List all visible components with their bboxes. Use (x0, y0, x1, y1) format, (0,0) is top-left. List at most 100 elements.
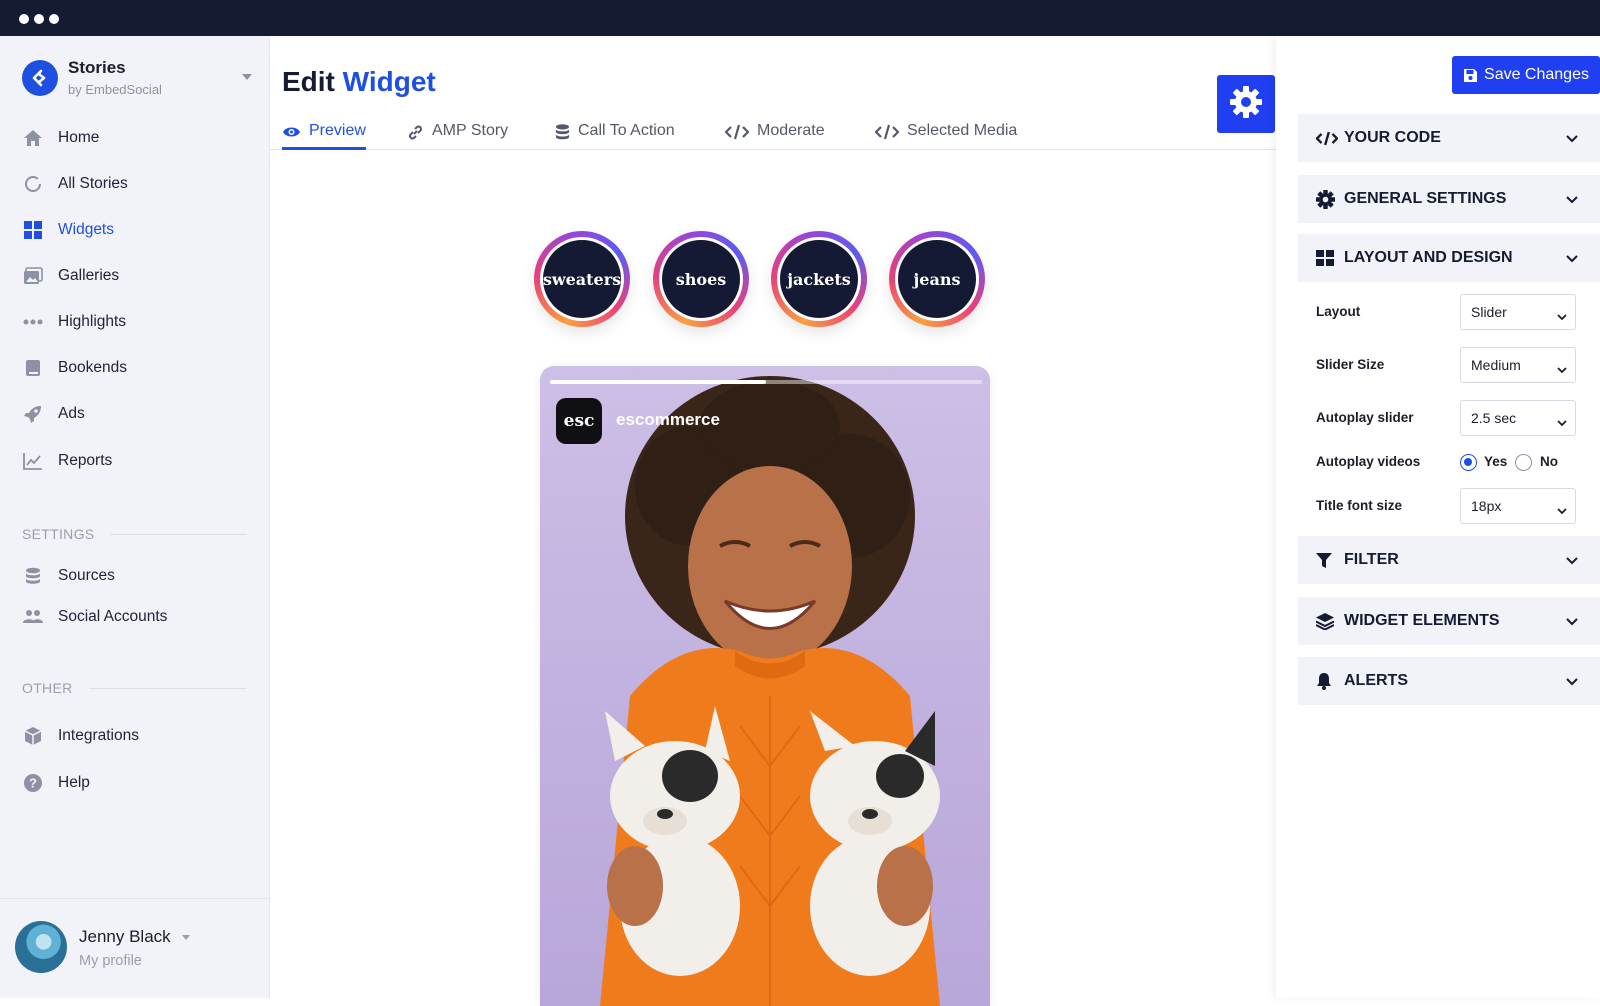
story-photo (600, 376, 940, 1006)
story-bubble-jeans[interactable]: jeans (889, 231, 985, 327)
gear-icon (1229, 85, 1263, 124)
profile-menu[interactable]: Jenny Black My profile (0, 898, 270, 998)
accordion-filter[interactable]: FILTER (1298, 536, 1600, 584)
help-icon: ? (22, 772, 44, 794)
story-bubble-shoes[interactable]: shoes (653, 231, 749, 327)
layers-icon (1316, 612, 1338, 630)
sidebar-item-social-accounts[interactable]: Social Accounts (22, 603, 252, 631)
sidebar-item-help[interactable]: ? Help (22, 769, 252, 797)
database-icon (22, 565, 44, 587)
divider (110, 533, 247, 535)
svg-text:?: ? (29, 776, 37, 791)
radio-label-yes: Yes (1484, 454, 1508, 469)
sidebar-item-ads[interactable]: Ads (22, 400, 252, 428)
avatar (15, 921, 67, 973)
accordion-widget-elements[interactable]: WIDGET ELEMENTS (1298, 597, 1600, 645)
sidebar-item-label: All Stories (58, 175, 128, 192)
users-icon (22, 606, 44, 628)
tab-label: Selected Media (907, 122, 1018, 139)
tab-amp-story[interactable]: AMP Story (407, 122, 508, 150)
save-label: Save Changes (1484, 66, 1589, 83)
sidebar-item-all-stories[interactable]: All Stories (22, 170, 252, 198)
sidebar-item-highlights[interactable]: Highlights (22, 308, 252, 336)
select-value: Slider (1471, 304, 1507, 320)
autoplay-videos-no-radio[interactable] (1515, 454, 1532, 471)
bubble-label: jackets (780, 240, 858, 318)
chevron-down-icon (1566, 613, 1578, 631)
accordion-your-code[interactable]: YOUR CODE (1298, 114, 1600, 162)
book-icon (22, 357, 44, 379)
profile-link[interactable]: My profile (79, 953, 142, 969)
bubble-label: jeans (898, 240, 976, 318)
tab-call-to-action[interactable]: Call To Action (555, 122, 675, 150)
sidebar-item-label: Reports (58, 452, 113, 469)
chevron-down-icon (1557, 414, 1567, 430)
accordion-layout-and-design[interactable]: LAYOUT AND DESIGN (1298, 234, 1600, 282)
dots-icon (22, 311, 44, 333)
sidebar-item-label: Integrations (58, 727, 139, 744)
tab-label: AMP Story (432, 122, 509, 139)
layout-select[interactable]: Slider (1460, 294, 1576, 330)
sidebar-item-reports[interactable]: Reports (22, 447, 252, 475)
sidebar: Stories by EmbedSocial Home All Stories … (0, 36, 270, 998)
sidebar-item-home[interactable]: Home (22, 124, 252, 152)
sidebar-item-label: Widgets (58, 221, 114, 238)
sidebar-item-label: Sources (58, 567, 115, 584)
slider-size-label: Slider Size (1316, 357, 1385, 372)
autoplay-videos-yes-radio[interactable] (1460, 454, 1477, 471)
settings-toggle-button[interactable] (1217, 75, 1275, 133)
accordion-title: WIDGET ELEMENTS (1344, 612, 1500, 629)
select-value: 2.5 sec (1471, 410, 1517, 426)
chevron-down-icon (1557, 502, 1567, 518)
rocket-icon (22, 403, 44, 425)
home-icon (22, 127, 44, 149)
sidebar-item-integrations[interactable]: Integrations (22, 722, 252, 750)
gallery-icon (22, 265, 44, 287)
bubble-ring: shoes (659, 237, 743, 321)
tab-label: Preview (309, 122, 366, 139)
filter-icon (1316, 552, 1338, 569)
tab-moderate[interactable]: Moderate (725, 122, 825, 150)
chevron-down-icon (1566, 250, 1578, 268)
accordion-title: ALERTS (1344, 672, 1408, 689)
divider (88, 687, 247, 689)
tab-preview[interactable]: Preview (282, 122, 366, 150)
accordion-title: GENERAL SETTINGS (1344, 190, 1507, 207)
page-title: Edit Widget (282, 66, 436, 98)
sidebar-item-label: Bookends (58, 359, 127, 376)
brand-switcher[interactable]: Stories by EmbedSocial (22, 58, 252, 102)
progress-fill (550, 380, 766, 384)
sidebar-item-label: Home (58, 129, 100, 146)
page-title-accent: Widget (342, 66, 436, 97)
autoplay-videos-label: Autoplay videos (1316, 454, 1421, 469)
window-dot-icon (19, 14, 29, 24)
chevron-down-icon (1566, 552, 1578, 570)
save-changes-button[interactable]: Save Changes (1452, 56, 1600, 94)
floppy-disk-icon (1463, 68, 1478, 83)
slider-size-select[interactable]: Medium (1460, 347, 1576, 383)
link-icon (407, 122, 424, 142)
select-value: Medium (1471, 357, 1521, 373)
sidebar-item-label: Social Accounts (58, 608, 168, 625)
tab-selected-media[interactable]: Selected Media (875, 122, 1017, 150)
accordion-general-settings[interactable]: GENERAL SETTINGS (1298, 175, 1600, 223)
window-dot-icon (34, 14, 44, 24)
chevron-down-icon (1557, 361, 1567, 377)
story-progress-bar (550, 380, 982, 384)
sidebar-item-bookends[interactable]: Bookends (22, 354, 252, 382)
story-bubble-jackets[interactable]: jackets (771, 231, 867, 327)
story-preview[interactable]: esc escommerce (540, 366, 990, 1006)
autoplay-slider-select[interactable]: 2.5 sec (1460, 400, 1576, 436)
tab-label: Call To Action (578, 122, 675, 139)
title-font-size-select[interactable]: 18px (1460, 488, 1576, 524)
sidebar-item-widgets[interactable]: Widgets (22, 216, 252, 244)
sidebar-item-label: Highlights (58, 313, 127, 330)
layout-label: Layout (1316, 304, 1361, 319)
sidebar-item-sources[interactable]: Sources (22, 562, 252, 590)
accordion-alerts[interactable]: ALERTS (1298, 657, 1600, 705)
sidebar-item-galleries[interactable]: Galleries (22, 262, 252, 290)
bell-icon (1316, 672, 1338, 690)
story-bubble-sweaters[interactable]: sweaters (534, 231, 630, 327)
profile-name: Jenny Black (79, 927, 171, 946)
code-icon (725, 122, 749, 142)
